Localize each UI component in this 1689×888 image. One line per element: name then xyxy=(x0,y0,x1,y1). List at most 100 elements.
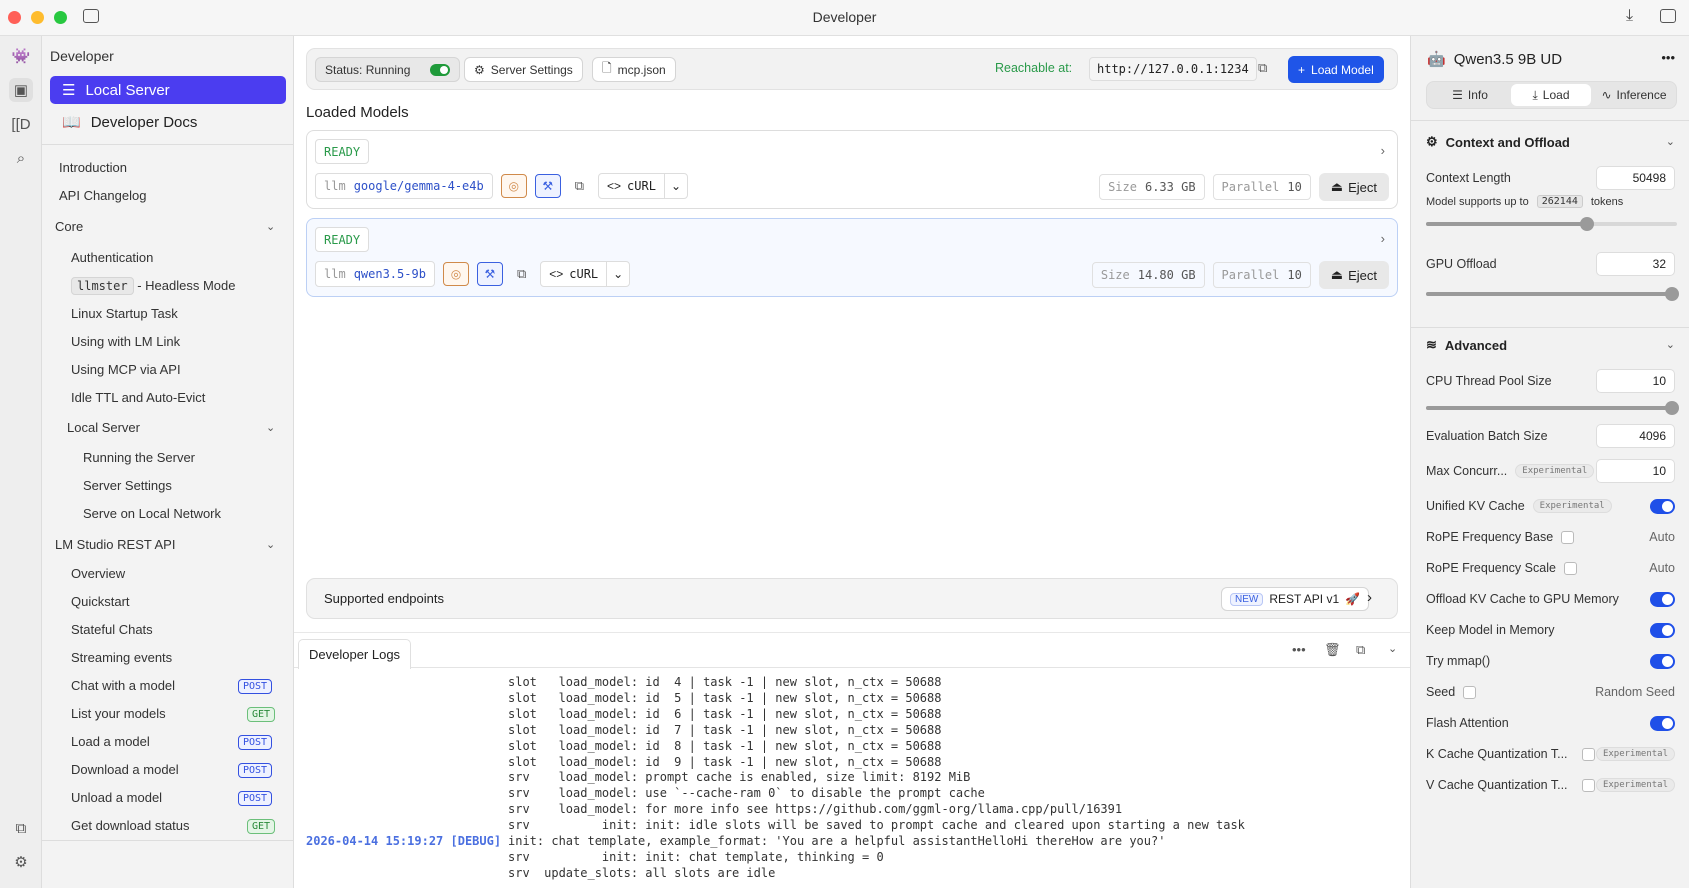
doc-section-core[interactable]: Core xyxy=(55,219,83,234)
settings-gear-icon[interactable]: ⚙ xyxy=(9,850,33,874)
chevron-down-icon[interactable]: ⌄ xyxy=(266,538,275,551)
chevron-down-icon[interactable]: ⌄ xyxy=(665,179,687,193)
doc-link[interactable]: Server Settings xyxy=(83,478,172,493)
picture-in-picture-icon[interactable]: ⧉ xyxy=(1356,642,1365,658)
tool-use-icon[interactable]: ⚒ xyxy=(476,262,503,286)
slider-knob[interactable] xyxy=(1579,217,1594,231)
doc-link[interactable]: Streaming events xyxy=(71,650,172,665)
tab-info[interactable]: ☰ Info xyxy=(1431,84,1509,106)
gpu-offload-input[interactable]: 32 xyxy=(1596,252,1675,276)
server-url[interactable]: http://127.0.0.1:1234 xyxy=(1089,57,1257,81)
slider-knob[interactable] xyxy=(1664,401,1679,415)
mmap-toggle[interactable] xyxy=(1650,654,1675,669)
curl-dropdown[interactable]: <> cURL ⌄ xyxy=(598,173,689,199)
doc-link-api-changelog[interactable]: API Changelog xyxy=(59,188,146,203)
sidebar-item-developer-docs[interactable]: 📖 Developer Docs xyxy=(50,108,286,136)
rope-base-checkbox[interactable] xyxy=(1561,530,1575,544)
doc-link-introduction[interactable]: Introduction xyxy=(59,160,127,175)
mcp-json-button[interactable]: 🗋 mcp.json xyxy=(592,57,676,82)
terminal-icon[interactable]: ▣ xyxy=(9,78,33,102)
doc-link[interactable]: Overview xyxy=(71,566,125,581)
chevron-down-icon[interactable]: ⌄ xyxy=(266,220,275,233)
cpu-thread-input[interactable]: 10 xyxy=(1596,369,1675,393)
model-identifier[interactable]: llm qwen3.5-9b xyxy=(315,261,435,287)
doc-link[interactable]: Serve on Local Network xyxy=(83,506,221,521)
seed-checkbox[interactable] xyxy=(1463,685,1477,699)
doc-link[interactable]: Load a model xyxy=(71,734,150,749)
doc-section-local-server[interactable]: Local Server xyxy=(67,420,140,435)
doc-link[interactable]: Running the Server xyxy=(83,450,195,465)
chevron-down-icon[interactable]: ⌄ xyxy=(266,421,275,434)
chevron-right-icon[interactable]: › xyxy=(1381,143,1385,158)
doc-link[interactable]: Linux Startup Task xyxy=(71,306,178,321)
vision-eye-icon[interactable]: ◎ xyxy=(500,174,527,198)
server-status-toggle[interactable]: Status: Running xyxy=(315,57,461,82)
copy-icon[interactable]: ⧉ xyxy=(511,266,532,282)
v-cache-checkbox[interactable] xyxy=(1582,779,1595,792)
eject-button[interactable]: ⏏ Eject xyxy=(1318,261,1389,289)
rope-scale-checkbox[interactable] xyxy=(1563,561,1577,575)
chevron-down-icon[interactable]: ⌄ xyxy=(607,267,629,281)
tool-use-icon[interactable]: ⚒ xyxy=(534,174,561,198)
max-concurrent-input[interactable]: 10 xyxy=(1596,459,1675,483)
slider-knob[interactable] xyxy=(1664,287,1679,301)
doc-link[interactable]: Quickstart xyxy=(71,594,130,609)
tab-developer-logs[interactable]: Developer Logs xyxy=(298,639,412,669)
chevron-down-icon[interactable]: ⌄ xyxy=(1666,135,1675,148)
chevron-right-icon[interactable]: › xyxy=(1367,589,1372,606)
doc-link[interactable]: Using with LM Link xyxy=(71,334,180,349)
chevron-down-icon[interactable]: ⌄ xyxy=(1388,642,1397,655)
unified-kv-toggle[interactable] xyxy=(1650,499,1675,514)
more-icon[interactable]: ••• xyxy=(1292,642,1306,657)
eject-button[interactable]: ⏏ Eject xyxy=(1318,173,1389,201)
context-length-input[interactable]: 50498 xyxy=(1596,166,1675,190)
context-length-slider[interactable] xyxy=(1426,217,1677,231)
model-card[interactable]: READY › llm google/gemma-4-e4b ◎ ⚒ ⧉ <> cU… xyxy=(306,130,1398,209)
lm-link-icon[interactable]: ⧉ xyxy=(9,816,33,840)
context-section-header[interactable]: ⚙ Context and Offload xyxy=(1426,134,1570,150)
tab-load[interactable]: ⤓ Load xyxy=(1511,84,1591,106)
doc-section-rest-api[interactable]: LM Studio REST API xyxy=(55,537,175,552)
model-search-icon[interactable]: ⌕ xyxy=(9,146,33,170)
right-panel-toggle-icon[interactable] xyxy=(1660,9,1676,23)
models-icon[interactable]: [[D xyxy=(9,112,33,136)
chevron-right-icon[interactable]: › xyxy=(1381,231,1385,246)
doc-link[interactable]: Stateful Chats xyxy=(71,622,153,637)
supported-endpoints-bar[interactable]: Supported endpoints NEW REST API v1 🚀 › xyxy=(306,578,1398,619)
rest-api-v1-button[interactable]: NEW REST API v1 🚀 xyxy=(1221,587,1370,611)
curl-dropdown[interactable]: <> cURL ⌄ xyxy=(540,261,631,287)
doc-link[interactable]: List your models xyxy=(71,706,166,721)
model-card[interactable]: READY › llm qwen3.5-9b ◎ ⚒ ⧉ <> cURL ⌄ Size… xyxy=(306,218,1398,297)
doc-link-llmster[interactable]: llmster - Headless Mode xyxy=(71,277,235,295)
vision-eye-icon[interactable]: ◎ xyxy=(442,262,469,286)
tab-inference[interactable]: ∿ Inference xyxy=(1593,84,1675,106)
model-identifier[interactable]: llm google/gemma-4-e4b xyxy=(315,173,493,199)
max-tokens: 262144 xyxy=(1536,195,1583,208)
cpu-thread-slider[interactable] xyxy=(1426,401,1679,415)
doc-link[interactable]: Download a model xyxy=(71,762,179,777)
more-icon[interactable]: ••• xyxy=(1661,50,1675,65)
status-switch[interactable] xyxy=(430,63,451,76)
advanced-section-header[interactable]: ≋ Advanced xyxy=(1426,337,1507,353)
trash-icon[interactable]: 🗑 xyxy=(1324,642,1341,658)
sidebar-item-local-server[interactable]: ☰ Local Server xyxy=(50,76,286,104)
doc-link[interactable]: Authentication xyxy=(71,250,153,265)
server-settings-button[interactable]: ⚙ Server Settings xyxy=(464,57,583,82)
k-cache-checkbox[interactable] xyxy=(1582,748,1595,761)
load-model-button[interactable]: + Load Model xyxy=(1288,56,1384,83)
eval-batch-input[interactable]: 4096 xyxy=(1596,424,1675,448)
chevron-down-icon[interactable]: ⌄ xyxy=(1666,338,1675,351)
download-icon[interactable]: ⤓ xyxy=(1626,7,1633,25)
copy-icon[interactable]: ⧉ xyxy=(1258,60,1267,76)
doc-link[interactable]: Idle TTL and Auto-Evict xyxy=(71,390,205,405)
doc-link[interactable]: Unload a model xyxy=(71,790,162,805)
copy-icon[interactable]: ⧉ xyxy=(569,178,590,194)
offload-kv-toggle[interactable] xyxy=(1650,592,1675,607)
gpu-offload-slider[interactable] xyxy=(1426,287,1679,301)
flash-attention-toggle[interactable] xyxy=(1650,716,1675,731)
doc-link[interactable]: Chat with a model xyxy=(71,678,175,693)
doc-link[interactable]: Using MCP via API xyxy=(71,362,181,377)
developer-mascot-icon[interactable]: 👾 xyxy=(9,44,33,68)
keep-model-toggle[interactable] xyxy=(1650,623,1675,638)
doc-link[interactable]: Get download status xyxy=(71,818,190,833)
